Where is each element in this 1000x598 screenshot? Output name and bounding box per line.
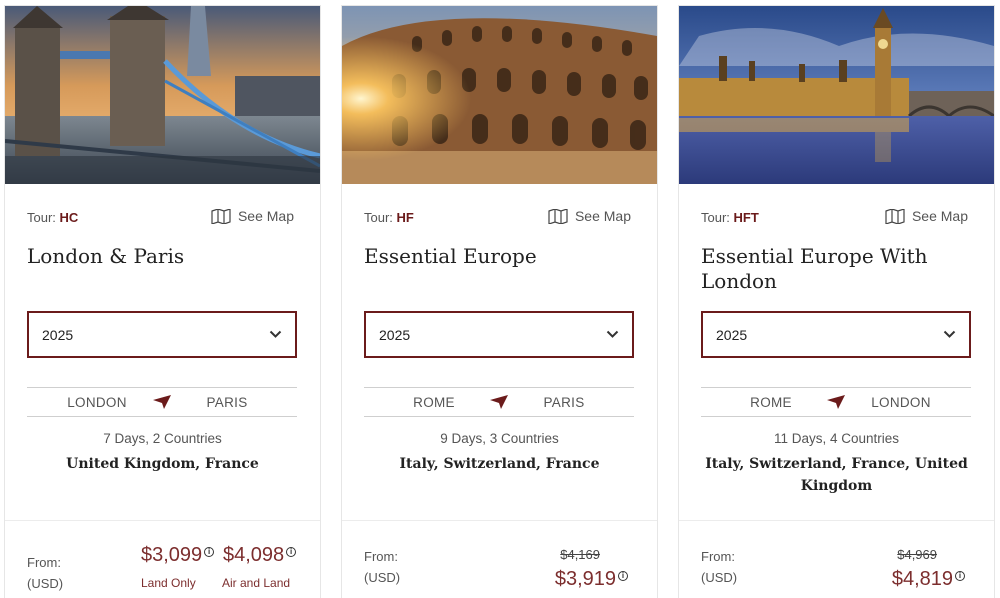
route-start: ROME: [750, 394, 792, 410]
tour-duration: 7 Days, 2 Countries: [103, 431, 222, 446]
year-select[interactable]: 2025: [701, 311, 971, 358]
tour-photo-big-ben[interactable]: [679, 6, 994, 184]
chevron-down-icon: [269, 330, 282, 339]
plane-arrow-icon: [479, 395, 519, 409]
price-from-label: From: (USD): [364, 546, 400, 588]
tour-code-row: Tour: HFT See Map: [701, 208, 968, 230]
tour-prefix: Tour:: [27, 210, 56, 225]
sale-price-value: $3,919: [554, 568, 616, 590]
divider: [342, 520, 657, 521]
chevron-down-icon: [943, 330, 956, 339]
price-air-value: $4,098: [223, 544, 285, 566]
see-map-label: See Map: [574, 208, 631, 224]
currency-text: (USD): [701, 570, 738, 585]
price-from-label: From: (USD): [701, 546, 737, 588]
tour-prefix: Tour:: [701, 210, 730, 225]
from-text: From:: [27, 555, 61, 570]
divider: [5, 520, 320, 521]
tour-code-row: Tour: HF See Map: [364, 208, 631, 230]
original-price: $4,169: [560, 547, 600, 562]
from-text: From:: [364, 549, 398, 564]
route-end: PARIS: [206, 394, 248, 410]
price-land-label: Land Only: [141, 576, 196, 590]
plane-arrow-icon: [816, 395, 856, 409]
year-select-value: 2025: [716, 326, 748, 343]
route: ROME PARIS: [364, 387, 634, 417]
route: ROME LONDON: [701, 387, 971, 417]
info-icon[interactable]: i: [204, 547, 215, 557]
plane-arrow-icon: [142, 395, 182, 409]
see-map-link[interactable]: See Map: [211, 208, 294, 224]
price-land-only: $3,099 i: [141, 544, 215, 567]
map-icon: [211, 208, 231, 224]
chevron-down-icon: [606, 330, 619, 339]
sale-price-value: $4,819: [891, 568, 953, 590]
see-map-link[interactable]: See Map: [885, 208, 968, 224]
map-icon: [885, 208, 905, 224]
see-map-label: See Map: [237, 208, 294, 224]
tour-code: HFT: [733, 210, 759, 225]
tour-title[interactable]: London & Paris: [27, 244, 296, 269]
see-map-label: See Map: [911, 208, 968, 224]
from-text: From:: [701, 549, 735, 564]
route-end: PARIS: [543, 394, 585, 410]
route-start: LONDON: [67, 394, 127, 410]
tour-card[interactable]: Tour: HF See Map Essential Europe 2025 R…: [341, 5, 658, 598]
tour-countries: United Kingdom, France: [66, 456, 259, 472]
tour-photo-colosseum[interactable]: [342, 6, 657, 184]
year-select[interactable]: 2025: [27, 311, 297, 358]
sale-price: $4,819 i: [892, 568, 965, 591]
info-icon[interactable]: i: [955, 571, 965, 581]
year-select-value: 2025: [42, 326, 74, 343]
info-icon[interactable]: i: [286, 547, 297, 557]
see-map-link[interactable]: See Map: [548, 208, 631, 224]
tour-prefix: Tour:: [364, 210, 393, 225]
price-air-label: Air and Land: [222, 576, 291, 590]
tour-duration: 11 Days, 4 Countries: [773, 431, 900, 446]
divider: [679, 520, 994, 521]
tour-title[interactable]: Essential Europe With London: [701, 244, 970, 294]
sale-price: $3,919 i: [555, 568, 628, 591]
tour-duration: 9 Days, 3 Countries: [440, 431, 559, 446]
price-land-value: $3,099: [141, 544, 203, 566]
price-from-label: From: (USD): [27, 552, 63, 594]
info-icon[interactable]: i: [618, 571, 628, 581]
tour-photo-tower-bridge[interactable]: [5, 6, 320, 184]
tour-card-grid: Tour: HC See Map London & Paris 2025 LON…: [0, 0, 1000, 598]
price-air-and-land: $4,098 i: [223, 544, 297, 567]
route-end: LONDON: [871, 394, 931, 410]
tour-card[interactable]: Tour: HFT See Map Essential Europe With …: [678, 5, 995, 598]
tour-code: HC: [59, 210, 79, 225]
currency-text: (USD): [364, 570, 401, 585]
tour-card[interactable]: Tour: HC See Map London & Paris 2025 LON…: [4, 5, 321, 598]
tour-code-row: Tour: HC See Map: [27, 208, 294, 230]
year-select-value: 2025: [379, 326, 411, 343]
tour-title[interactable]: Essential Europe: [364, 244, 633, 269]
currency-text: (USD): [27, 576, 64, 591]
year-select[interactable]: 2025: [364, 311, 634, 358]
tour-code: HF: [396, 210, 414, 225]
tour-countries: Italy, Switzerland, France: [399, 456, 600, 472]
tour-countries: Italy, Switzerland, France, United Kingd…: [705, 456, 968, 494]
map-icon: [548, 208, 568, 224]
route-start: ROME: [413, 394, 455, 410]
original-price: $4,969: [897, 547, 937, 562]
route: LONDON PARIS: [27, 387, 297, 417]
